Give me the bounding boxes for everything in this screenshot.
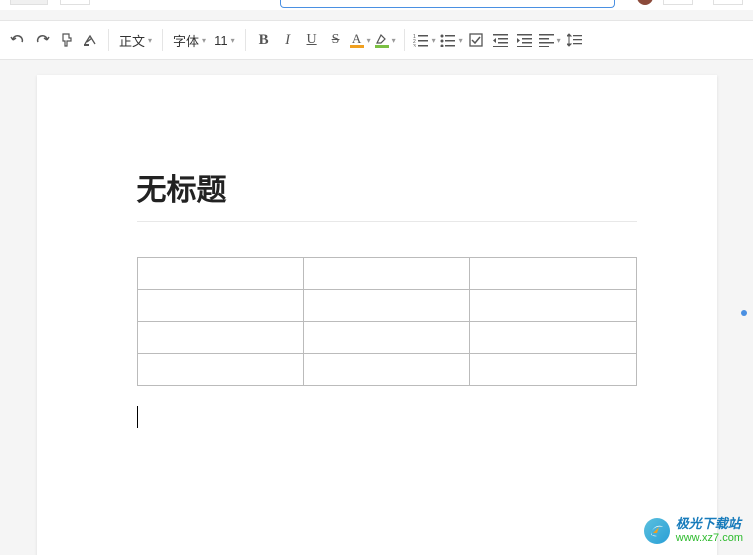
header-button-left[interactable]: [10, 0, 48, 5]
checklist-button[interactable]: [465, 26, 489, 54]
side-indicator-dot[interactable]: [741, 310, 747, 316]
document-page[interactable]: 无标题: [37, 75, 717, 555]
highlight-color-button[interactable]: ▾: [373, 26, 398, 54]
chevron-down-icon: ▾: [148, 36, 152, 45]
watermark: 极光下载站 www.xz7.com: [644, 516, 743, 545]
table-row[interactable]: [137, 354, 636, 386]
font-family-select[interactable]: 字体 ▾: [169, 26, 210, 54]
chevron-down-icon: ▾: [367, 36, 371, 45]
clear-format-button[interactable]: [78, 26, 102, 54]
search-input[interactable]: [280, 0, 615, 8]
chevron-down-icon: ▾: [557, 36, 561, 45]
chevron-down-icon: ▾: [432, 36, 436, 45]
font-size-label: 11: [214, 33, 228, 48]
table-cell[interactable]: [470, 322, 636, 354]
format-painter-button[interactable]: [54, 26, 78, 54]
app-header-partial: [0, 0, 753, 10]
chevron-down-icon: ▾: [231, 36, 235, 45]
table-cell[interactable]: [137, 290, 303, 322]
underline-button[interactable]: U: [300, 26, 324, 54]
unordered-list-button[interactable]: ▾: [438, 26, 465, 54]
header-button-right[interactable]: [663, 0, 693, 5]
paragraph-style-label: 正文: [119, 31, 145, 50]
toolbar-separator: [162, 29, 163, 51]
table-row[interactable]: [137, 258, 636, 290]
italic-button[interactable]: I: [276, 26, 300, 54]
chevron-down-icon: ▾: [202, 36, 206, 45]
table-cell[interactable]: [137, 258, 303, 290]
ordered-list-button[interactable]: 123 ▾: [411, 26, 438, 54]
watermark-text: 极光下载站 www.xz7.com: [676, 516, 743, 545]
paragraph-style-select[interactable]: 正文 ▾: [115, 26, 156, 54]
table-cell[interactable]: [303, 322, 469, 354]
header-button-right2[interactable]: [713, 0, 743, 5]
line-spacing-button[interactable]: [563, 26, 587, 54]
bold-button[interactable]: B: [252, 26, 276, 54]
table-row[interactable]: [137, 290, 636, 322]
outdent-button[interactable]: [489, 26, 513, 54]
watermark-line1: 极光下载站: [676, 516, 743, 532]
table-cell[interactable]: [303, 258, 469, 290]
formatting-toolbar: 正文 ▾ 字体 ▾ 11 ▾ B I U S A ▾ ▾ 123 ▾ ▾: [0, 20, 753, 60]
text-cursor: [137, 406, 138, 428]
watermark-icon: [644, 518, 670, 544]
table-cell[interactable]: [303, 354, 469, 386]
document-table[interactable]: [137, 257, 637, 386]
header-button-left2[interactable]: [60, 0, 90, 5]
avatar[interactable]: [637, 0, 653, 5]
table-cell[interactable]: [137, 322, 303, 354]
redo-button[interactable]: [30, 26, 54, 54]
toolbar-separator: [404, 29, 405, 51]
table-cell[interactable]: [137, 354, 303, 386]
strikethrough-button[interactable]: S: [324, 26, 348, 54]
table-cell[interactable]: [470, 354, 636, 386]
watermark-line2: www.xz7.com: [676, 532, 743, 545]
document-title[interactable]: 无标题: [137, 165, 637, 222]
table-cell[interactable]: [470, 290, 636, 322]
toolbar-separator: [108, 29, 109, 51]
table-cell[interactable]: [303, 290, 469, 322]
document-canvas[interactable]: 无标题: [0, 60, 753, 555]
font-size-select[interactable]: 11 ▾: [210, 26, 239, 54]
indent-button[interactable]: [513, 26, 537, 54]
font-family-label: 字体: [173, 31, 199, 50]
undo-button[interactable]: [6, 26, 30, 54]
svg-text:3: 3: [413, 44, 416, 47]
align-button[interactable]: ▾: [537, 26, 563, 54]
table-cell[interactable]: [470, 258, 636, 290]
toolbar-separator: [245, 29, 246, 51]
table-row[interactable]: [137, 322, 636, 354]
chevron-down-icon: ▾: [392, 36, 396, 45]
chevron-down-icon: ▾: [459, 36, 463, 45]
font-color-button[interactable]: A ▾: [348, 26, 373, 54]
